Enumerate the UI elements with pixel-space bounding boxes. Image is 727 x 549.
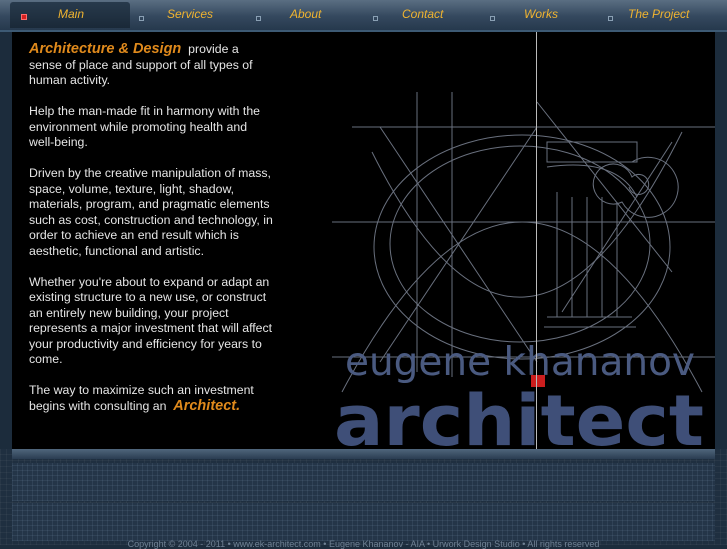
top-navigation: Main Services About Contact Works The Pr…: [0, 0, 727, 32]
nav-label-contact: Contact: [402, 7, 444, 21]
vertical-divider: [536, 32, 537, 449]
nav-label-works: Works: [524, 7, 558, 21]
nav-item-main[interactable]: Main: [10, 2, 130, 28]
paragraph-5: The way to maximize such an investment b…: [29, 383, 274, 414]
active-bullet-icon: [21, 14, 27, 20]
texture-band-1: [12, 463, 715, 501]
paragraph-1: Architecture & Design provide a sense of…: [29, 41, 274, 89]
copyright-text: Copyright © 2004 - 2011 • www.ek-archite…: [127, 539, 600, 549]
texture-band-2: [12, 503, 715, 541]
footer-background: [0, 449, 727, 545]
bullet-icon: [373, 16, 378, 21]
highlight-architect: Architect.: [173, 397, 241, 414]
nav-item-works[interactable]: Works: [478, 2, 596, 28]
bullet-icon: [256, 16, 261, 21]
ionic-capital-sketch: eugene khananov architect: [332, 92, 715, 449]
nav-item-the-project[interactable]: The Project: [596, 2, 727, 28]
nav-label-the-project: The Project: [628, 7, 690, 21]
paragraph-3: Driven by the creative manipulation of m…: [29, 166, 273, 258]
nav-item-contact[interactable]: Contact: [360, 2, 478, 28]
paragraph-2: Help the man-made fit in harmony with th…: [29, 104, 261, 149]
panel-bottom-strip: [12, 449, 715, 459]
paragraph-4: Whether you're about to expand or adapt …: [29, 274, 273, 367]
intro-text: Architecture & Design provide a sense of…: [29, 41, 274, 430]
highlight-architecture-design: Architecture & Design: [29, 41, 182, 57]
logo-red-dot: [531, 375, 545, 387]
main-panel: Architecture & Design provide a sense of…: [12, 32, 715, 449]
bullet-icon: [139, 16, 144, 21]
logo-name: eugene khananov: [345, 340, 695, 385]
bullet-icon: [608, 16, 613, 21]
nav-item-about[interactable]: About: [245, 2, 360, 28]
nav-label-about: About: [290, 7, 322, 21]
nav-label-services: Services: [167, 7, 214, 21]
bullet-icon: [490, 16, 495, 21]
nav-item-services[interactable]: Services: [130, 2, 245, 28]
nav-label-main: Main: [58, 7, 85, 21]
logo-architect: architect: [334, 380, 704, 449]
